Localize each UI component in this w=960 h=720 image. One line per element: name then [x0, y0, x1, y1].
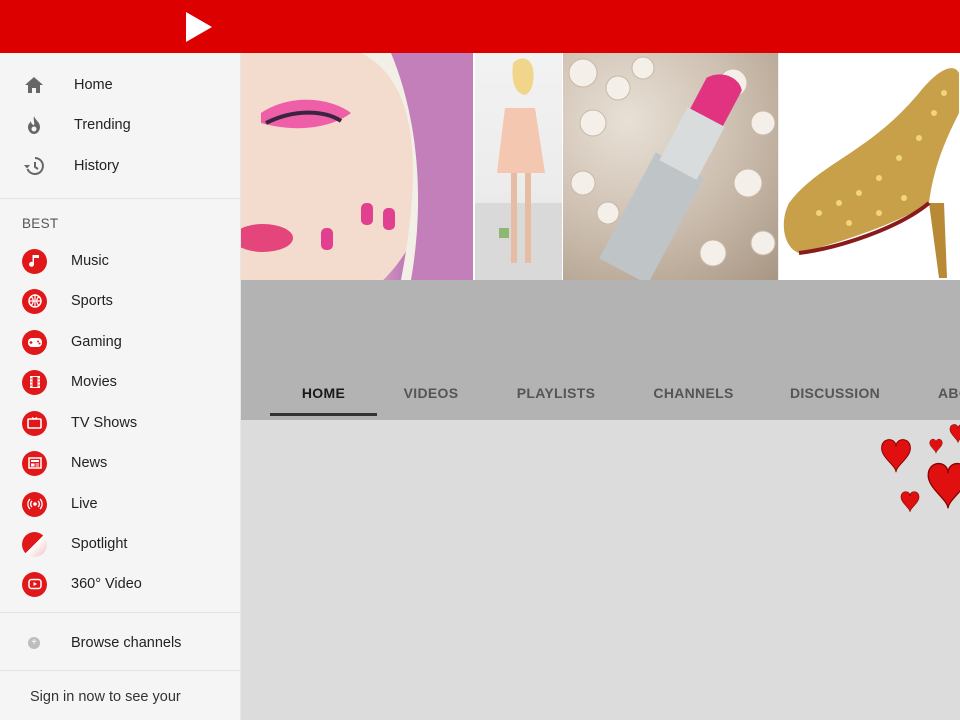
history-icon: [22, 154, 46, 178]
signin-prompt: Sign in now to see your: [30, 689, 181, 705]
active-tab-indicator: [270, 413, 377, 416]
basketball-icon: [22, 288, 47, 314]
sidebar-item-label: Trending: [74, 117, 131, 133]
sidebar-item-tv-shows[interactable]: TV Shows: [0, 403, 240, 443]
banner-image-shoe: [778, 53, 960, 280]
divider: [0, 670, 240, 671]
sidebar-item-trending[interactable]: Trending: [0, 105, 240, 145]
tv-icon: [22, 410, 47, 436]
home-icon: [22, 73, 46, 97]
banner-image-dress: [473, 53, 562, 280]
flame-icon: [22, 113, 46, 137]
sidebar-item-movies[interactable]: Movies: [0, 362, 240, 402]
channel-tabs: HOME VIDEOS PLAYLISTS CHANNELS DISCUSSIO…: [241, 370, 960, 418]
sidebar-item-360-video[interactable]: 360° Video: [0, 564, 240, 604]
sidebar-item-history[interactable]: History: [0, 146, 240, 186]
section-title-best: BEST: [22, 216, 59, 231]
plus-circle-icon: +: [28, 637, 40, 649]
film-icon: [22, 369, 47, 395]
tab-videos[interactable]: VIDEOS: [396, 370, 466, 418]
sidebar-item-label: History: [74, 158, 120, 174]
gamepad-icon: [22, 329, 47, 355]
sidebar-item-label: Music: [71, 253, 109, 269]
sidebar-item-label: TV Shows: [71, 415, 138, 431]
divider: [0, 612, 240, 613]
tab-playlists[interactable]: PLAYLISTS: [511, 370, 601, 418]
live-broadcast-icon: [22, 491, 47, 517]
sidebar: Home Trending History BEST Music Sports …: [0, 53, 241, 720]
tab-about[interactable]: ABO: [938, 370, 960, 418]
tab-discussion[interactable]: DISCUSSION: [786, 370, 884, 418]
hearts-decoration: [880, 424, 960, 513]
play-icon[interactable]: [184, 11, 214, 43]
sidebar-item-live[interactable]: Live: [0, 484, 240, 524]
sidebar-item-music[interactable]: Music: [0, 241, 240, 281]
sidebar-item-label: Sports: [71, 293, 113, 309]
music-note-icon: [22, 248, 47, 274]
banner-image-makeup-face: [241, 53, 473, 280]
channel-banner: [241, 53, 960, 280]
sidebar-item-sports[interactable]: Sports: [0, 281, 240, 321]
sidebar-item-gaming[interactable]: Gaming: [0, 322, 240, 362]
sidebar-item-home[interactable]: Home: [0, 65, 240, 105]
sidebar-item-spotlight[interactable]: Spotlight: [0, 524, 240, 564]
spotlight-icon: [22, 531, 47, 557]
sidebar-item-news[interactable]: News: [0, 443, 240, 483]
360-video-icon: [22, 571, 47, 597]
banner-image-lipstick: [562, 53, 778, 280]
tab-home[interactable]: HOME: [270, 370, 377, 418]
top-bar: [0, 0, 960, 53]
sidebar-item-label: Live: [71, 496, 98, 512]
sidebar-item-label: 360° Video: [71, 576, 142, 592]
divider: [0, 198, 240, 199]
tab-channels[interactable]: CHANNELS: [646, 370, 741, 418]
browse-channels-link[interactable]: + Browse channels: [0, 623, 240, 663]
newspaper-icon: [22, 450, 47, 476]
sidebar-item-label: Spotlight: [71, 536, 128, 552]
sidebar-item-label: Movies: [71, 374, 117, 390]
sidebar-item-label: News: [71, 455, 108, 471]
sidebar-item-label: Home: [74, 77, 113, 93]
browse-channels-label: Browse channels: [71, 635, 182, 651]
sidebar-item-label: Gaming: [71, 334, 122, 350]
